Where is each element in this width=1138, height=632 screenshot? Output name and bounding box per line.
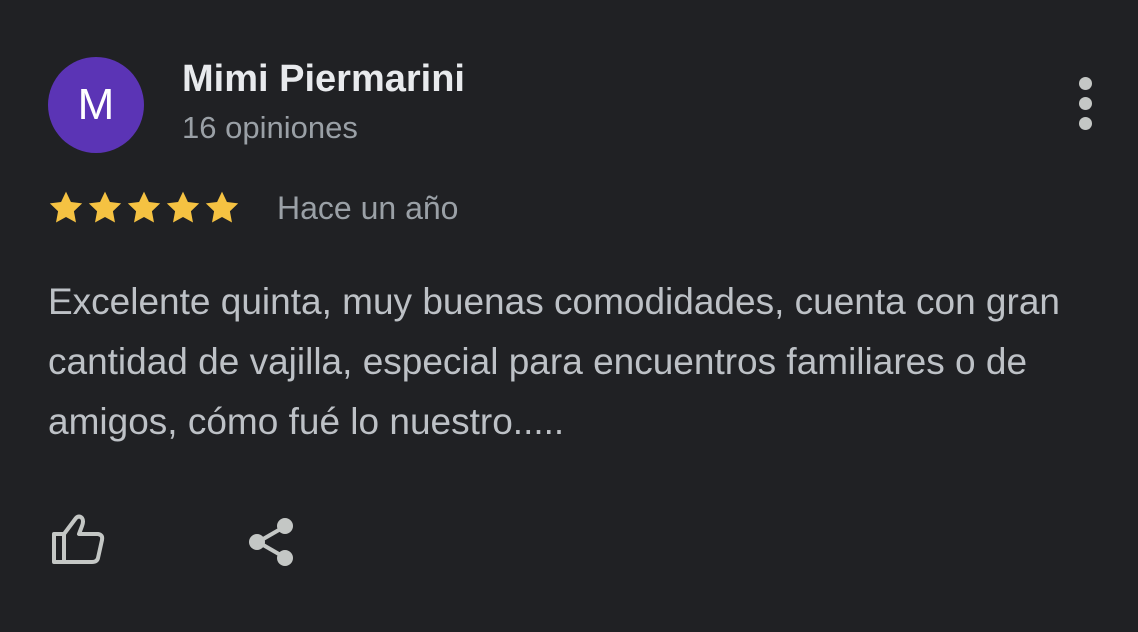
share-icon bbox=[249, 518, 293, 566]
more-vertical-icon-dot bbox=[1079, 117, 1092, 130]
share-button[interactable] bbox=[238, 508, 302, 572]
avatar-initial: M bbox=[77, 80, 115, 129]
avatar[interactable]: M bbox=[48, 57, 144, 153]
review-card: M Mimi Piermarini 16 opiniones Hace un a… bbox=[0, 0, 1138, 632]
star-icon bbox=[88, 191, 122, 223]
star-icon bbox=[127, 191, 161, 223]
thumb-up-icon bbox=[52, 514, 105, 564]
more-vertical-icon bbox=[1079, 77, 1092, 90]
star-icon bbox=[166, 191, 200, 223]
author-name[interactable]: Mimi Piermarini bbox=[182, 58, 465, 101]
more-options-button[interactable] bbox=[1066, 74, 1106, 134]
star-icon bbox=[205, 191, 239, 223]
star-rating bbox=[46, 186, 241, 230]
more-vertical-icon-dot bbox=[1079, 97, 1092, 110]
star-icon bbox=[49, 191, 83, 223]
author-review-count: 16 opiniones bbox=[182, 110, 358, 145]
like-button[interactable] bbox=[46, 508, 110, 572]
review-date: Hace un año bbox=[277, 190, 459, 226]
review-text: Excelente quinta, muy buenas comodidades… bbox=[48, 281, 1060, 442]
